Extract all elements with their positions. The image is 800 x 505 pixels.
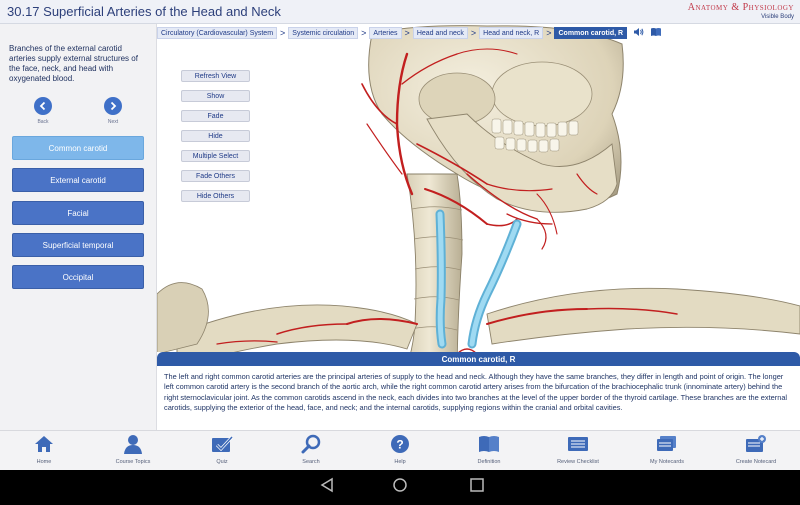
next-label: Next	[107, 119, 119, 125]
back-button[interactable]: Back	[25, 97, 61, 125]
system-back-icon[interactable]	[320, 477, 333, 493]
breadcrumb-item[interactable]: Arteries	[369, 27, 402, 39]
speaker-icon[interactable]	[633, 24, 644, 42]
svg-text:?: ?	[396, 438, 403, 452]
nav-label: Search	[302, 459, 320, 465]
breadcrumb-separator: >	[546, 28, 552, 38]
breadcrumb-item[interactable]: Head and neck	[412, 27, 468, 39]
artery-button-superficial-temporal[interactable]: Superficial temporal	[12, 233, 144, 257]
nav-label: Help	[394, 459, 406, 465]
brand-logo: Anatomy & Physiology Visible Body	[687, 2, 794, 21]
nav-label: Create Notecard	[735, 459, 777, 465]
bottom-nav: Home Course Topics Quiz Search ? Help De…	[0, 430, 800, 470]
artery-button-external-carotid[interactable]: External carotid	[12, 168, 144, 192]
back-arrow-icon	[34, 97, 52, 115]
nav-create-notecard[interactable]: Create Notecard	[712, 431, 800, 470]
quiz-check-icon	[178, 431, 266, 457]
help-icon: ?	[356, 431, 444, 457]
header-bar: 30.17 Superficial Arteries of the Head a…	[0, 0, 800, 24]
refresh-view-button[interactable]: Refresh View	[181, 70, 250, 82]
nav-label: My Notecards	[650, 459, 684, 465]
nav-label: Course Topics	[115, 459, 151, 465]
system-home-icon[interactable]	[393, 478, 407, 492]
artery-button-common-carotid[interactable]: Common carotid	[12, 136, 144, 160]
hide-button[interactable]: Hide	[181, 130, 250, 142]
book-icon	[445, 431, 533, 457]
home-icon	[0, 431, 88, 457]
brand-sub: Visible Body	[761, 14, 794, 20]
next-arrow-icon	[104, 97, 122, 115]
breadcrumb-separator: >	[280, 28, 286, 38]
nav-home[interactable]: Home	[0, 431, 88, 470]
definition-panel: Common carotid, R The left and right com…	[157, 352, 800, 430]
fade-others-button[interactable]: Fade Others	[181, 170, 250, 182]
show-button[interactable]: Show	[181, 90, 250, 102]
nav-definition[interactable]: Definition	[445, 431, 533, 470]
checklist-icon	[534, 431, 622, 457]
breadcrumb-separator: >	[470, 28, 477, 38]
breadcrumb-item[interactable]: Systemic circulation	[288, 27, 359, 39]
multiple-select-button[interactable]: Multiple Select	[181, 150, 250, 162]
nav-course-topics[interactable]: Course Topics	[89, 431, 177, 470]
fade-button[interactable]: Fade	[181, 110, 250, 122]
next-button[interactable]: Next	[95, 97, 131, 125]
breadcrumb-separator: >	[361, 28, 367, 38]
create-notecard-icon	[712, 431, 800, 457]
left-panel: Branches of the external carotid arterie…	[0, 24, 157, 430]
page-title: 30.17 Superficial Arteries of the Head a…	[7, 4, 281, 19]
nav-label: Quiz	[216, 459, 228, 465]
breadcrumb-item[interactable]: Head and neck, R	[479, 27, 544, 39]
breadcrumb-current[interactable]: Common carotid, R	[554, 27, 628, 39]
search-icon	[267, 431, 355, 457]
nav-label: Definition	[477, 459, 501, 465]
nav-search[interactable]: Search	[267, 431, 355, 470]
anatomy-viewer[interactable]: Circulatory (Cardiovascular) System > Sy…	[157, 24, 800, 430]
nav-my-notecards[interactable]: My Notecards	[623, 431, 711, 470]
section-description: Branches of the external carotid arterie…	[9, 44, 138, 83]
app-window: 30.17 Superficial Arteries of the Head a…	[0, 0, 800, 470]
breadcrumb-item[interactable]: Circulatory (Cardiovascular) System	[157, 27, 278, 39]
notecards-icon	[623, 431, 711, 457]
nav-quiz[interactable]: Quiz	[178, 431, 266, 470]
person-icon	[89, 431, 177, 457]
book-icon[interactable]	[650, 24, 662, 42]
nav-review-checklist[interactable]: Review Checklist	[534, 431, 622, 470]
definition-title: Common carotid, R	[157, 352, 800, 366]
system-nav-bar	[0, 470, 800, 500]
breadcrumb: Circulatory (Cardiovascular) System > Sy…	[157, 26, 662, 40]
artery-button-facial[interactable]: Facial	[12, 201, 144, 225]
nav-label: Review Checklist	[557, 459, 599, 465]
brand-name: Anatomy & Physiology	[687, 2, 794, 13]
back-label: Back	[37, 119, 49, 125]
breadcrumb-separator: >	[404, 28, 410, 38]
hide-others-button[interactable]: Hide Others	[181, 190, 250, 202]
artery-button-occipital[interactable]: Occipital	[12, 265, 144, 289]
definition-text: The left and right common carotid arteri…	[164, 372, 788, 412]
nav-help[interactable]: ? Help	[356, 431, 444, 470]
nav-label: Home	[36, 459, 52, 465]
system-recents-icon[interactable]	[470, 478, 484, 492]
